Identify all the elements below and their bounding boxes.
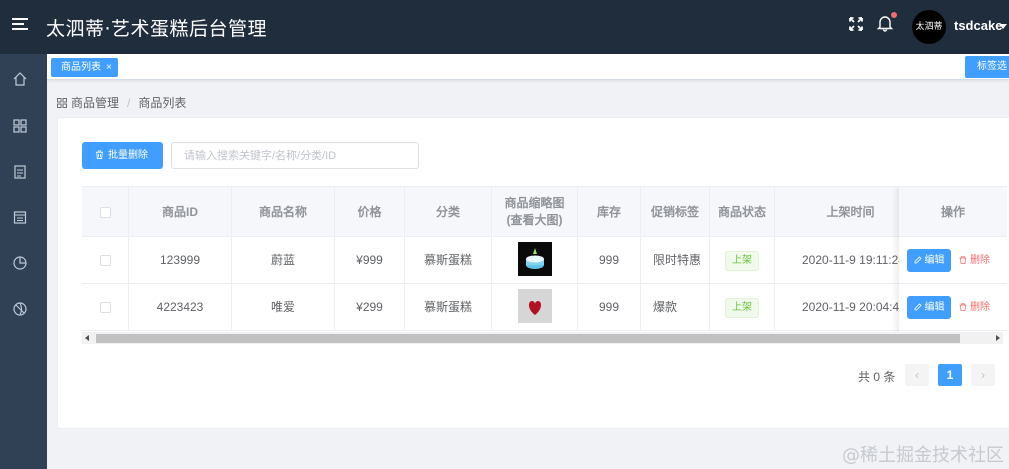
fullscreen-icon[interactable] [848,16,864,32]
header-thumbnail-line1: 商品缩略图 [504,196,565,210]
home-icon[interactable] [12,71,28,87]
header-operations: 操作 [899,187,1007,237]
chart-icon[interactable] [12,255,28,271]
header-category: 分类 [405,187,492,237]
delete-button[interactable]: 删除 [959,237,990,284]
prev-page-button[interactable]: ‹ [905,364,929,386]
table-row: 123999 蔚蓝 ¥999 慕斯蛋糕 999 限时特惠 上架 2020-11-… [82,237,1007,284]
trash-icon [959,303,967,311]
header-checkbox-cell [82,187,129,237]
cell-price: ¥999 [335,237,405,284]
hamburger-menu-icon[interactable] [12,18,28,32]
cell-name: 唯爱 [232,284,335,331]
batch-delete-button[interactable]: 批量删除 [82,142,163,169]
search-input[interactable] [171,142,419,169]
status-badge: 上架 [725,297,759,318]
header-status: 商品状态 [710,187,775,237]
horizontal-scrollbar[interactable] [82,332,1003,344]
notification-badge [891,12,897,18]
header-thumbnail-line2: (查看大图) [506,213,563,227]
breadcrumb-separator: / [127,96,131,110]
caret-down-icon[interactable] [999,24,1007,29]
cell-stock: 999 [578,284,641,331]
cake-heart-image[interactable] [517,289,552,324]
delete-button[interactable]: 删除 [959,284,990,331]
grid-small-icon [57,98,67,108]
pagination-total: 共 0 条 [858,370,896,384]
operations-cell: 编辑 删除 [899,237,1007,284]
table-row: 4223423 唯爱 ¥299 慕斯蛋糕 999 爆款 上架 2020-11-9… [82,284,1007,331]
cake-blue-image[interactable] [517,242,552,277]
cell-thumbnail [492,237,578,284]
page-number-current[interactable]: 1 [938,364,962,386]
header-name: 商品名称 [232,187,335,237]
cell-thumbnail [492,284,578,331]
top-navbar: 太泗蒂·艺术蛋糕后台管理 太泗蒂 tsdcake [0,0,1009,54]
header-price: 价格 [335,187,405,237]
operations-cell: 编辑 删除 [899,284,1007,331]
avatar[interactable]: 太泗蒂 [912,10,946,44]
header-thumbnail: 商品缩略图 (查看大图) [492,187,578,237]
delete-label: 删除 [970,302,990,313]
edit-button[interactable]: 编辑 [907,296,951,319]
content-card: 批量删除 商品ID 商品名称 价格 分类 商品缩略图 (查看大图) 库存 促销标… [57,117,1009,429]
cell-category: 慕斯蛋糕 [405,284,492,331]
list-icon[interactable] [12,209,28,225]
edit-label: 编辑 [924,302,945,313]
cell-category: 慕斯蛋糕 [405,237,492,284]
goods-table: 商品ID 商品名称 价格 分类 商品缩略图 (查看大图) 库存 促销标签 商品状… [82,186,1007,346]
scroll-left-icon[interactable] [85,335,89,341]
cell-name: 蔚蓝 [232,237,335,284]
cell-status: 上架 [710,284,775,331]
operations-column: 操作 编辑 删除 编辑 删除 [899,187,1007,333]
cell-promo: 限时特惠 [641,237,710,284]
breadcrumb-parent[interactable]: 商品管理 [71,96,119,110]
cell-stock: 999 [578,237,641,284]
sidebar [0,54,47,469]
cell-id: 123999 [129,237,232,284]
next-page-button[interactable]: › [971,364,995,386]
document-icon[interactable] [12,164,28,180]
header-id: 商品ID [129,187,232,237]
username[interactable]: tsdcake [954,18,1002,33]
row-checkbox-cell [82,284,129,331]
tag-select-button[interactable]: 标签选 [965,56,1009,78]
header-stock: 库存 [578,187,641,237]
tags-view-bar: 商品列表 × 标签选 [47,54,1009,80]
header-promo: 促销标签 [641,187,710,237]
watermark: @稀土掘金技术社区 [842,445,1004,466]
grid-icon[interactable] [12,118,28,134]
status-badge: 上架 [725,250,759,271]
batch-delete-label: 批量删除 [108,150,148,161]
edit-icon [914,303,922,311]
tag-goods-list[interactable]: 商品列表 × [51,58,118,77]
globe-icon[interactable] [12,301,28,317]
row-checkbox-cell [82,237,129,284]
breadcrumb: 商品管理 / 商品列表 [57,94,186,111]
delete-label: 删除 [970,255,990,266]
cell-id: 4223423 [129,284,232,331]
cell-price: ¥299 [335,284,405,331]
row-checkbox[interactable] [99,255,111,267]
breadcrumb-current: 商品列表 [138,96,187,110]
select-all-checkbox[interactable] [99,207,111,219]
edit-button[interactable]: 编辑 [907,249,951,272]
scroll-right-icon[interactable] [996,335,1000,341]
tag-label: 商品列表 [61,62,101,73]
trash-icon [959,256,967,264]
table-header: 商品ID 商品名称 价格 分类 商品缩略图 (查看大图) 库存 促销标签 商品状… [82,187,1007,237]
edit-label: 编辑 [924,255,945,266]
app-title: 太泗蒂·艺术蛋糕后台管理 [46,18,268,40]
close-icon[interactable]: × [106,62,112,73]
edit-icon [914,256,922,264]
cell-status: 上架 [710,237,775,284]
scrollbar-thumb[interactable] [96,334,960,343]
row-checkbox[interactable] [99,302,111,314]
cell-promo: 爆款 [641,284,710,331]
trash-icon [95,150,104,159]
